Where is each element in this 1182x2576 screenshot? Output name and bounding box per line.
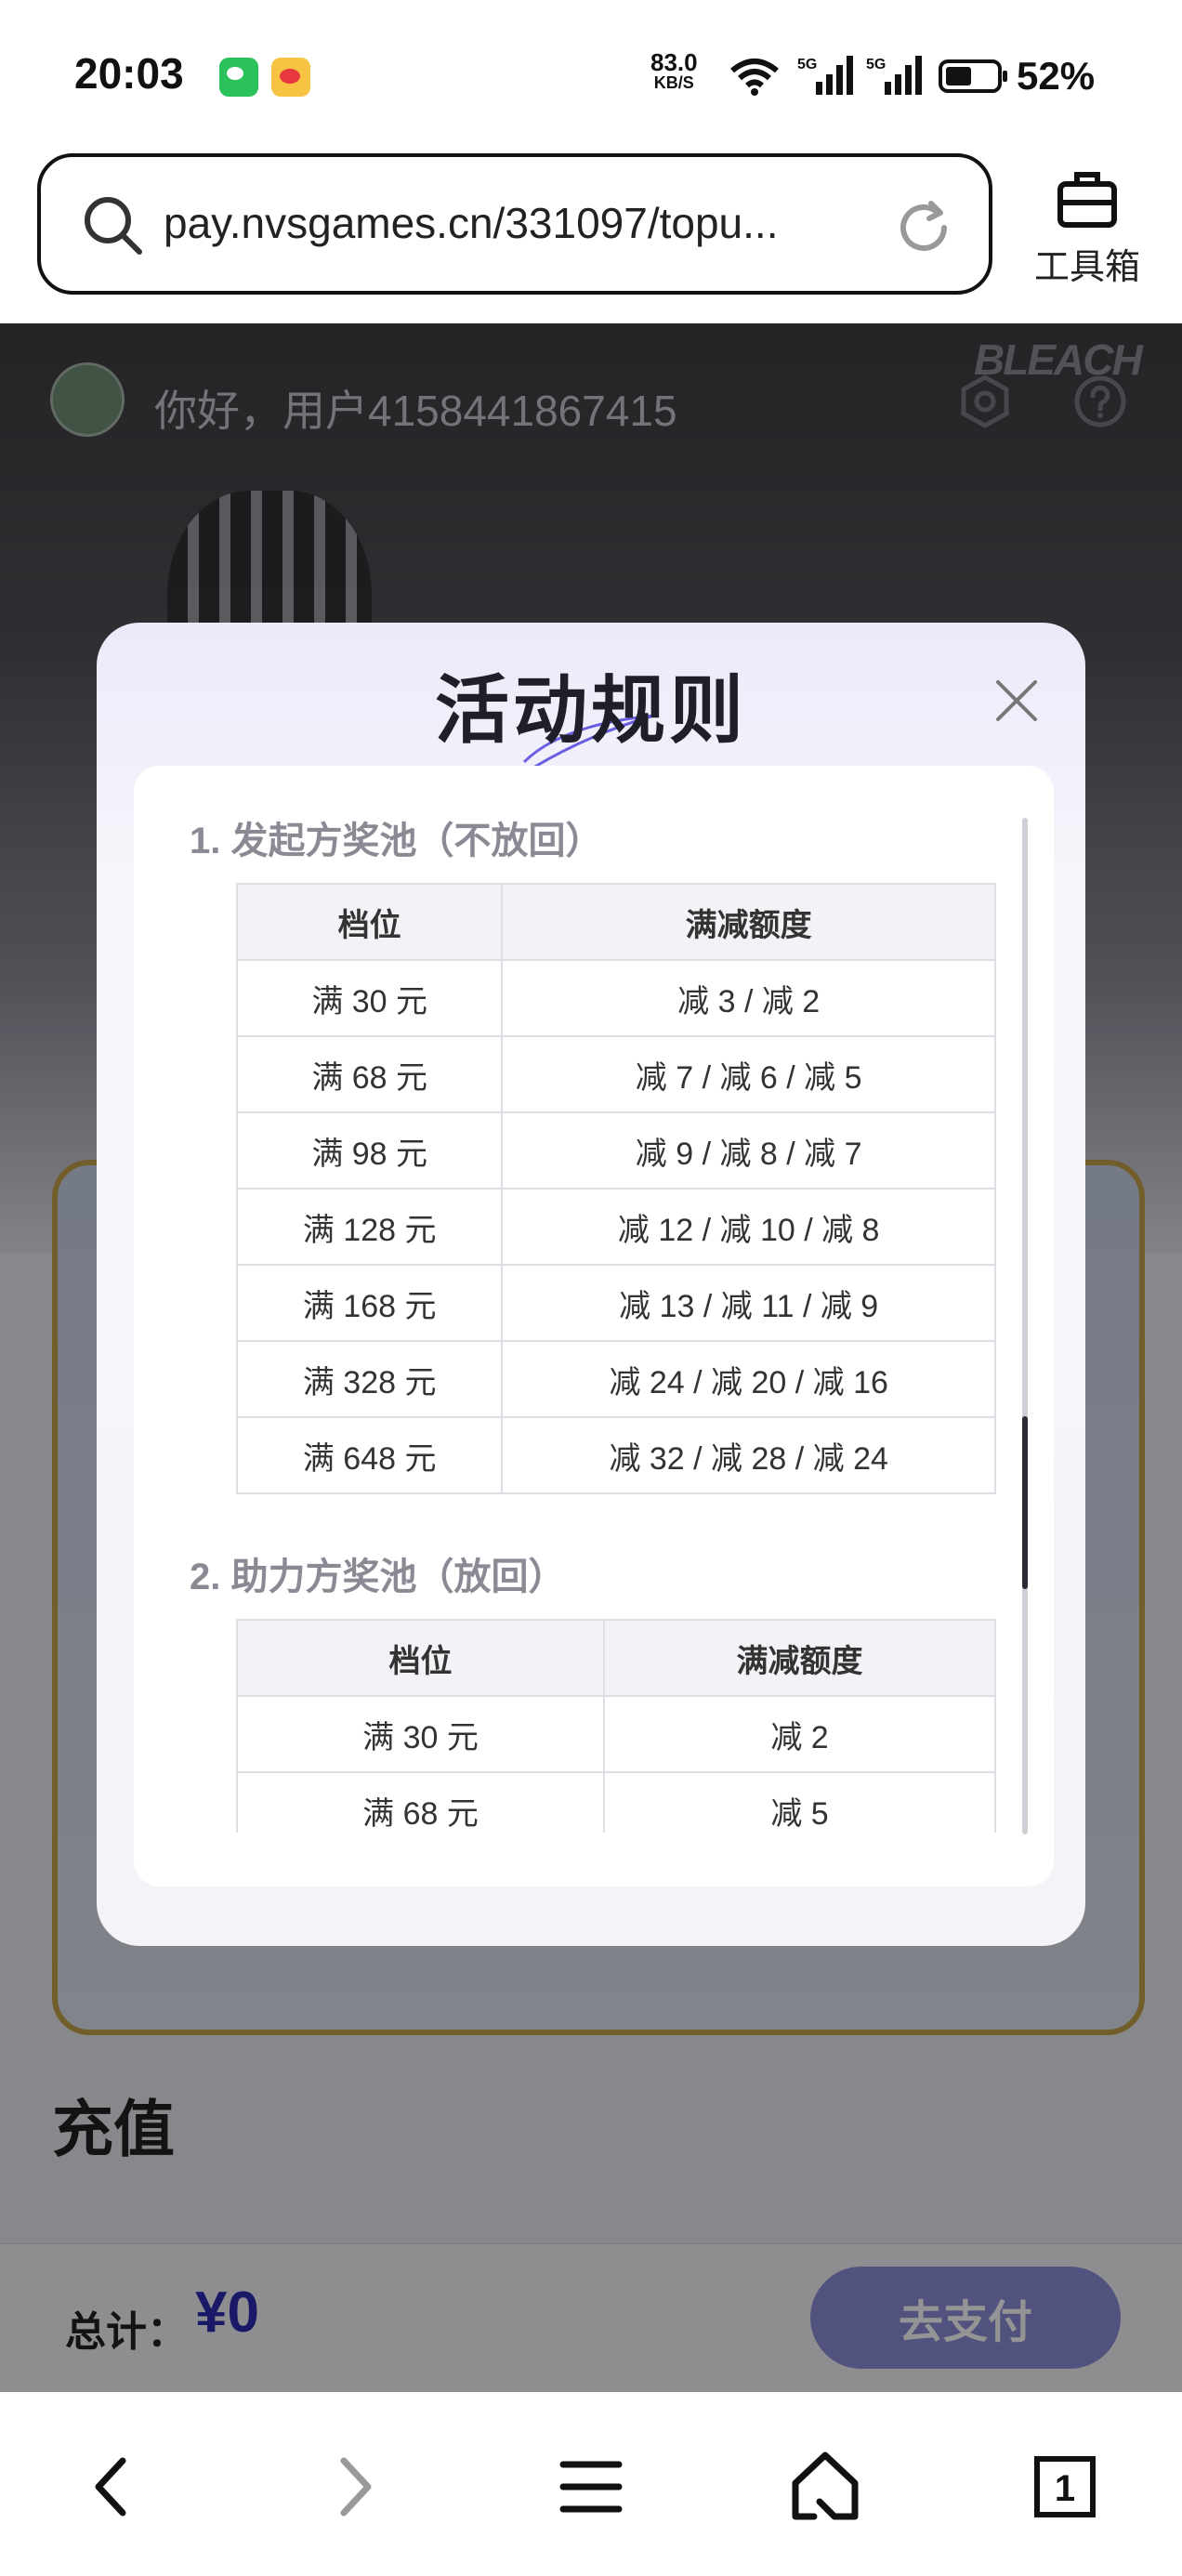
reload-icon[interactable] bbox=[894, 198, 953, 257]
modal-body: 1. 发起方奖池（不放回） 档位 满减额度 满 30 元减 3 / 减 2 满 … bbox=[134, 766, 1054, 1886]
weibo-icon bbox=[271, 58, 310, 97]
scrollbar-thumb[interactable] bbox=[1022, 1416, 1028, 1589]
table-cell: 减 5 bbox=[603, 1771, 996, 1833]
table-cell: 减 2 bbox=[603, 1695, 996, 1773]
table-cell: 满 68 元 bbox=[235, 1771, 606, 1833]
table-row: 满 168 元减 13 / 减 11 / 减 9 bbox=[235, 1264, 996, 1342]
modal-title: 活动规则 bbox=[435, 669, 747, 752]
table-row: 满 328 元减 24 / 减 20 / 减 16 bbox=[235, 1340, 996, 1418]
toolbox-icon bbox=[1057, 172, 1117, 228]
battery-icon bbox=[939, 59, 1007, 93]
table-cell: 减 24 / 减 20 / 减 16 bbox=[501, 1340, 996, 1418]
table-cell: 满 128 元 bbox=[235, 1188, 504, 1266]
table-cell: 减 32 / 减 28 / 减 24 bbox=[501, 1416, 996, 1494]
table-cell: 满 98 元 bbox=[235, 1111, 504, 1189]
rules-table-helper: 档位 满减额度 满 30 元减 2 满 68 元减 5 bbox=[235, 1619, 996, 1833]
table-cell: 满 168 元 bbox=[235, 1264, 504, 1342]
tabs-count[interactable]: 1 bbox=[1026, 2451, 1104, 2526]
browser-nav-bar: 1 bbox=[0, 2392, 1182, 2576]
network-speed-unit: KB/S bbox=[653, 73, 694, 92]
rules-table-initiator: 档位 满减额度 满 30 元减 3 / 减 2 满 68 元减 7 / 减 6 … bbox=[235, 883, 996, 1494]
signal-label: 5G bbox=[797, 57, 817, 72]
table-cell: 满 328 元 bbox=[235, 1340, 504, 1418]
rules-modal: 活动规则 1. 发起方奖池（不放回） 档位 满减额度 满 30 元减 3 / 减… bbox=[97, 623, 1085, 1946]
network-speed: 83.0 KB/S bbox=[650, 50, 698, 93]
battery-fill bbox=[946, 67, 971, 85]
address-bar[interactable]: pay.nvsgames.cn/331097/topu... bbox=[37, 153, 992, 295]
table-cell: 减 7 / 减 6 / 减 5 bbox=[501, 1035, 996, 1113]
table-row: 满 30 元减 2 bbox=[235, 1695, 996, 1773]
rules-scroll-area[interactable]: 1. 发起方奖池（不放回） 档位 满减额度 满 30 元减 3 / 减 2 满 … bbox=[134, 766, 1054, 1833]
home-icon[interactable] bbox=[786, 2448, 864, 2526]
signal-icon: 5G bbox=[866, 56, 922, 95]
table-row: 满 68 元减 5 bbox=[235, 1771, 996, 1833]
scrollbar-track[interactable] bbox=[1022, 818, 1028, 1834]
section-title: 2. 助力方奖池（放回） bbox=[190, 1557, 566, 1597]
url-text[interactable]: pay.nvsgames.cn/331097/topu... bbox=[164, 198, 778, 248]
menu-icon[interactable] bbox=[552, 2448, 630, 2526]
wechat-icon bbox=[219, 58, 258, 97]
back-icon[interactable] bbox=[74, 2448, 152, 2526]
table-header-row: 档位 满减额度 bbox=[235, 883, 996, 961]
table-cell: 减 12 / 减 10 / 减 8 bbox=[501, 1188, 996, 1266]
table-row: 满 68 元减 7 / 减 6 / 减 5 bbox=[235, 1035, 996, 1113]
table-cell: 减 13 / 减 11 / 减 9 bbox=[501, 1264, 996, 1342]
column-header: 满减额度 bbox=[501, 883, 996, 961]
search-icon bbox=[85, 197, 142, 255]
column-header: 档位 bbox=[235, 883, 504, 961]
table-cell: 减 3 / 减 2 bbox=[501, 959, 996, 1037]
table-row: 满 98 元减 9 / 减 8 / 减 7 bbox=[235, 1111, 996, 1189]
table-header-row: 档位 满减额度 bbox=[235, 1619, 996, 1697]
close-icon[interactable] bbox=[987, 671, 1046, 730]
table-cell: 满 648 元 bbox=[235, 1416, 504, 1494]
table-cell: 满 68 元 bbox=[235, 1035, 504, 1113]
column-header: 满减额度 bbox=[603, 1619, 996, 1697]
column-header: 档位 bbox=[235, 1619, 606, 1697]
status-time: 20:03 bbox=[74, 49, 184, 98]
signal-icon: 5G bbox=[797, 56, 853, 95]
status-bar: 20:03 83.0 KB/S 5G 5G 52% bbox=[0, 0, 1182, 149]
table-cell: 满 30 元 bbox=[235, 959, 504, 1037]
forward-icon[interactable] bbox=[314, 2448, 392, 2526]
table-cell: 满 30 元 bbox=[235, 1695, 606, 1773]
table-row: 满 30 元减 3 / 减 2 bbox=[235, 959, 996, 1037]
table-row: 满 128 元减 12 / 减 10 / 减 8 bbox=[235, 1188, 996, 1266]
toolbox-button[interactable]: 工具箱 bbox=[1022, 167, 1152, 288]
table-row: 满 648 元减 32 / 减 28 / 减 24 bbox=[235, 1416, 996, 1494]
table-cell: 减 9 / 减 8 / 减 7 bbox=[501, 1111, 996, 1189]
section-title: 1. 发起方奖池（不放回） bbox=[190, 821, 603, 861]
signal-label: 5G bbox=[866, 57, 886, 72]
battery-percent: 52% bbox=[1017, 54, 1096, 98]
wifi-icon bbox=[730, 59, 779, 96]
toolbox-label: 工具箱 bbox=[1033, 248, 1140, 287]
